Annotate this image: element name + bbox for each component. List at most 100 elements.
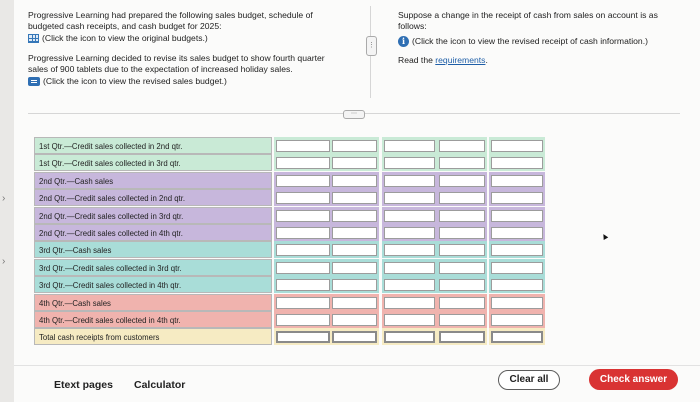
table-row: 1st Qtr.—Credit sales collected in 3rd q… [34,154,546,172]
table-row: 2nd Qtr.—Credit sales collected in 2nd q… [34,189,546,207]
amount-input[interactable] [491,227,543,239]
table-row: 2nd Qtr.—Credit sales collected in 3rd q… [34,206,546,224]
amount-input[interactable] [439,227,485,239]
amount-input[interactable] [384,140,435,152]
amount-input[interactable] [384,227,435,239]
amount-input[interactable] [276,192,330,205]
amount-input[interactable] [276,314,330,326]
amount-input[interactable] [384,209,435,222]
amount-input[interactable] [439,331,485,344]
amount-input[interactable] [384,192,435,205]
revised-receipt-link-text[interactable]: (Click the icon to view the revised rece… [412,36,648,47]
amount-input[interactable] [491,331,543,344]
amount-input[interactable] [332,192,377,205]
etext-pages-link[interactable]: Etext pages [54,379,113,391]
total-row: Total cash receipts from customers [34,328,546,346]
amount-input[interactable] [439,192,485,205]
amount-input[interactable] [439,314,485,326]
amount-input[interactable] [276,140,330,152]
original-budgets-link-text[interactable]: (Click the icon to view the original bud… [42,33,208,44]
amount-input[interactable] [332,157,377,170]
amount-input[interactable] [491,296,543,309]
revised-sales-link-text[interactable]: (Click the icon to view the revised sale… [43,76,227,87]
amount-input[interactable] [384,296,435,309]
amount-input[interactable] [332,261,377,274]
amount-input[interactable] [332,174,377,187]
amount-input[interactable] [384,174,435,187]
clear-all-button[interactable]: Clear all [498,370,560,390]
amount-input[interactable] [491,157,543,170]
left-chevron-icon[interactable]: › [2,193,5,204]
amount-input[interactable] [491,261,543,274]
amount-input[interactable] [439,296,485,309]
info-icon[interactable]: i [398,36,409,47]
amount-input[interactable] [332,279,377,292]
amount-input[interactable] [332,244,377,257]
row-label: 4th Qtr.—Cash sales [34,293,272,311]
amount-input[interactable] [384,331,435,344]
amount-input[interactable] [276,296,330,309]
amount-input[interactable] [491,279,543,292]
amount-input[interactable] [439,157,485,170]
amount-input[interactable] [439,244,485,257]
row-label: 3rd Qtr.—Credit sales collected in 4th q… [34,276,272,294]
amount-input[interactable] [439,261,485,274]
amount-input[interactable] [276,174,330,187]
amount-input[interactable] [491,192,543,205]
horizontal-resize-handle[interactable]: ⋯ [343,110,365,119]
row-label: 4th Qtr.—Credit sales collected in 4th q… [34,311,272,328]
amount-input[interactable] [491,244,543,257]
amount-input[interactable] [332,209,377,222]
amount-input[interactable] [276,227,330,239]
amount-input[interactable] [439,279,485,292]
table-row: 4th Qtr.—Credit sales collected in 4th q… [34,311,546,328]
left-chevron-icon[interactable]: › [2,256,5,267]
vertical-resize-handle[interactable]: ⋮ [366,36,377,56]
amount-input[interactable] [276,331,330,344]
check-answer-button[interactable]: Check answer [589,369,678,390]
amount-input[interactable] [439,140,485,152]
amount-input[interactable] [276,244,330,257]
amount-input[interactable] [491,209,543,222]
amount-input[interactable] [491,314,543,326]
row-label: 2nd Qtr.—Credit sales collected in 2nd q… [34,189,272,207]
amount-input[interactable] [332,227,377,239]
amount-input[interactable] [384,279,435,292]
amount-input[interactable] [439,209,485,222]
revision-line-1: Progressive Learning decided to revise i… [28,53,325,63]
amount-input[interactable] [332,331,377,344]
amount-input[interactable] [439,174,485,187]
amount-input[interactable] [276,261,330,274]
amount-input[interactable] [276,279,330,292]
row-label: 2nd Qtr.—Cash sales [34,171,272,189]
document-icon[interactable] [28,77,40,86]
amount-input[interactable] [491,140,543,152]
original-budgets-link[interactable]: (Click the icon to view the original bud… [28,33,343,44]
revised-sales-link[interactable]: (Click the icon to view the revised sale… [28,76,343,87]
table-row: 2nd Qtr.—Credit sales collected in 4th q… [34,224,546,241]
read-period: . [485,55,488,65]
intro-line-1: Progressive Learning had prepared the fo… [28,10,313,20]
amount-input[interactable] [332,296,377,309]
amount-input[interactable] [384,261,435,274]
amount-input[interactable] [276,157,330,170]
amount-input[interactable] [276,209,330,222]
revised-receipt-link[interactable]: i (Click the icon to view the revised re… [398,36,683,47]
amount-input[interactable] [332,140,377,152]
amount-input[interactable] [332,314,377,326]
amount-input[interactable] [384,314,435,326]
amount-input[interactable] [491,174,543,187]
table-row: 1st Qtr.—Credit sales collected in 2nd q… [34,137,546,154]
intro-line-2: budgeted cash receipts, and cash budget … [28,21,222,31]
table-row: 4th Qtr.—Cash sales [34,293,546,311]
requirements-link[interactable]: requirements [435,55,485,65]
change-line-2: follows: [398,21,427,31]
table-row: 2nd Qtr.—Cash sales [34,171,546,189]
calculator-link[interactable]: Calculator [134,379,185,391]
amount-input[interactable] [384,157,435,170]
read-requirements: Read the requirements. [398,55,683,66]
amount-input[interactable] [384,244,435,257]
table-icon[interactable] [28,34,39,43]
row-label: 3rd Qtr.—Credit sales collected in 3rd q… [34,258,272,276]
table-row: 3rd Qtr.—Credit sales collected in 3rd q… [34,258,546,276]
